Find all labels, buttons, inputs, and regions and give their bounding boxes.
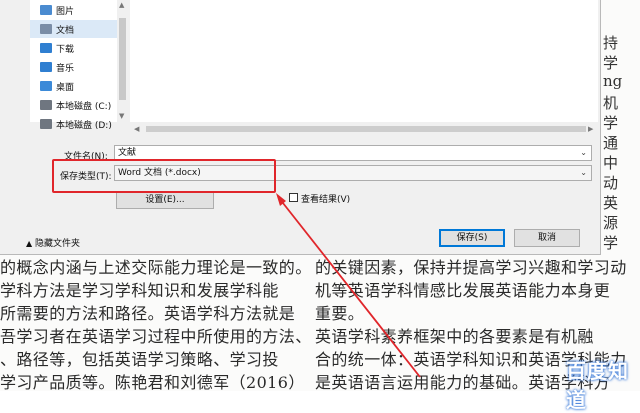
scroll-left-arrow-icon[interactable]: ◀ — [134, 125, 139, 133]
save-as-dialog: 图片 文档 下载 音乐 桌面 本地磁盘 (C:) 本地磁盘 (D:) ▲ ▼ ◀ ▶ 文件名… — [0, 0, 601, 255]
settings-button[interactable]: 设置(E)... — [116, 191, 214, 209]
chevron-down-icon[interactable]: ⌄ — [580, 166, 587, 180]
doc-line-left-1: 的概念内涵与上述交际能力理论是一致的。 — [0, 258, 312, 277]
hide-folders-label[interactable]: 隐藏文件夹 — [35, 239, 80, 249]
hscroll-thumb[interactable] — [146, 126, 586, 132]
chevron-up-icon[interactable]: ▲ — [26, 239, 32, 248]
scroll-down-arrow-icon[interactable]: ▼ — [119, 112, 124, 120]
documents-icon — [40, 24, 52, 34]
folder-tree: 图片文档下载音乐桌面本地磁盘 (C:) 本地磁盘 (D:) — [30, 0, 128, 131]
sidebar-item-label: 桌面 — [56, 82, 75, 93]
doc-line-left-3: 所需要的方法和路径。英语学科方法就是 — [0, 304, 296, 323]
sidebar-item-label: 文档 — [56, 25, 75, 36]
doc-line-right-3: 重要。 — [315, 304, 365, 323]
music-icon — [40, 62, 52, 72]
file-list-horizontal-scrollbar[interactable]: ◀ ▶ — [130, 124, 598, 134]
file-list-pane[interactable] — [130, 0, 598, 122]
drive-icon — [40, 119, 52, 129]
doc-line-right-2: 机等英语学科情感比发展英语能力本身更 — [315, 281, 611, 300]
downloads-icon — [40, 43, 52, 53]
drive-icon — [40, 100, 52, 110]
doc-line-right-4: 英语学科素养框架中的各要素是有机融 — [315, 327, 594, 346]
watermark-text: 百度知道 — [566, 359, 629, 412]
filename-value: 文献 — [118, 148, 137, 158]
sidebar-item-label: 音乐 — [56, 63, 75, 74]
folder-tree-scrollbar[interactable]: ▲ ▼ — [117, 0, 128, 122]
scroll-thumb[interactable] — [119, 18, 126, 100]
save-button[interactable]: 保存(S) — [439, 229, 505, 247]
sidebar-item-label: 图片 — [56, 6, 75, 17]
chevron-down-icon[interactable]: ⌄ — [580, 146, 587, 160]
sidebar-item[interactable]: 本地磁盘 (C:) — [30, 96, 128, 114]
doc-line-right-1: 的关键因素，保持并提高学习兴趣和学习动 — [315, 258, 627, 277]
scroll-right-arrow-icon[interactable]: ▶ — [588, 125, 593, 133]
sidebar-item-label: 本地磁盘 (C:) — [56, 101, 112, 112]
doc-edge-char-right: 学 — [603, 114, 619, 132]
doc-edge-char-right: 英 — [603, 194, 619, 212]
hide-folders-toggle[interactable]: ▲ 隐藏文件夹 — [26, 236, 80, 249]
doc-line-left-6: 学习产品质等。陈艳君和刘德军（2016） — [0, 373, 305, 392]
sidebar-item[interactable]: 文档 — [30, 20, 128, 38]
pictures-icon — [40, 5, 52, 15]
doc-edge-char-right: 中 — [603, 154, 619, 172]
doc-edge-char-right: 持 — [603, 34, 619, 52]
sidebar-item-label: 下载 — [56, 44, 75, 55]
doc-edge-char-right: 源 — [603, 214, 619, 232]
doc-edge-char-right: 学 — [603, 234, 619, 252]
show-results-label[interactable]: 查看结果(V) — [301, 192, 350, 205]
doc-line-left-4: 吾学习者在英语学习过程中所使用的方法、 — [0, 327, 312, 346]
doc-line-left-5: 、路径等，包括英语学习策略、学习投 — [0, 350, 279, 369]
desktop-icon — [40, 81, 52, 91]
sidebar-item[interactable]: 桌面 — [30, 77, 128, 95]
doc-edge-char-right: ng — [603, 72, 623, 90]
doc-edge-char-right: 动 — [603, 174, 619, 192]
doc-line-left-2: 学科方法是学习学科知识和发展学科能 — [0, 281, 279, 300]
scroll-up-arrow-icon[interactable]: ▲ — [119, 1, 124, 9]
sidebar-item[interactable]: 音乐 — [30, 58, 128, 76]
sidebar-item[interactable]: 下载 — [30, 39, 128, 57]
cancel-button[interactable]: 取消 — [514, 229, 580, 247]
doc-edge-char-right: 学 — [603, 54, 619, 72]
doc-edge-char-right: 机 — [603, 94, 619, 112]
annotation-highlight-box — [52, 159, 276, 193]
sidebar-item-label: 本地磁盘 (D:) — [56, 120, 112, 131]
sidebar-item[interactable]: 图片 — [30, 1, 128, 19]
show-results-checkbox[interactable] — [289, 193, 298, 202]
sidebar-item[interactable]: 本地磁盘 (D:) — [30, 115, 128, 133]
watermark-logo: 百度知道 — [566, 355, 638, 412]
doc-edge-char-right: 通 — [603, 134, 619, 152]
